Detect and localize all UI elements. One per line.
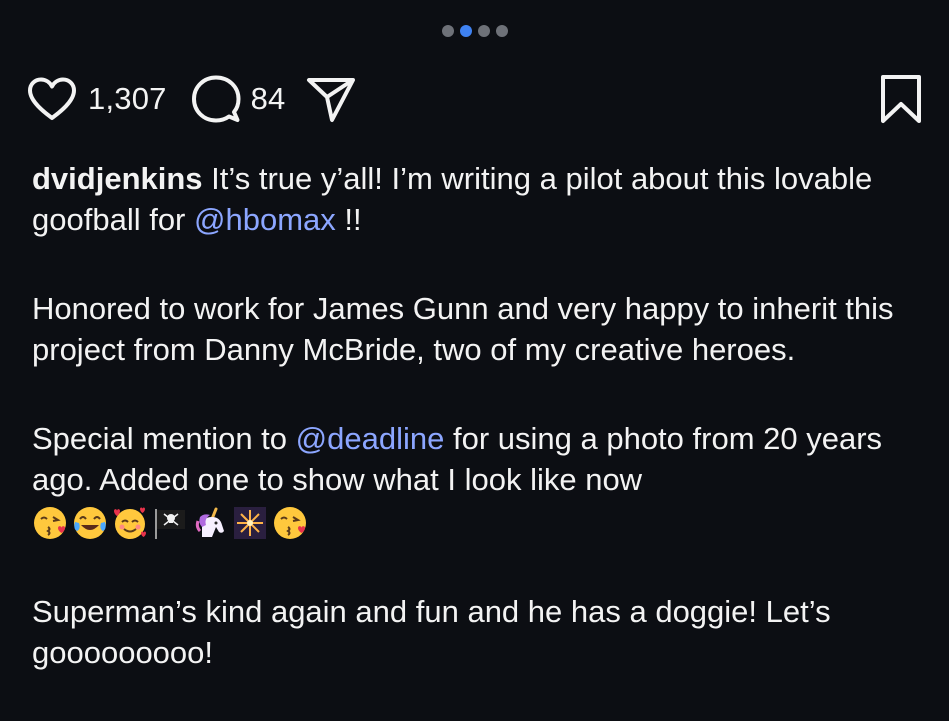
carousel-dot [441, 25, 454, 37]
mention-deadline[interactable]: @deadline [296, 421, 445, 456]
fireworks-emoji [234, 506, 266, 539]
heart-icon [28, 77, 76, 120]
comment-bubble-icon [191, 75, 241, 123]
smiling-face-with-hearts-emoji [114, 507, 146, 539]
carousel-dot-active [459, 25, 472, 37]
share-button[interactable] [305, 75, 357, 123]
post-action-bar: 1,307 84 [26, 72, 923, 126]
face-blowing-kiss-emoji [34, 506, 66, 539]
post-caption: dvidjenkins It’s true y’all! I’m writing… [32, 158, 922, 721]
carousel-indicator [0, 25, 949, 37]
comment-count[interactable]: 84 [251, 81, 286, 117]
caption-paragraph-3: Special mention to @deadline for using a… [32, 418, 922, 543]
caption-text: !! [335, 202, 362, 237]
send-paper-plane-icon [307, 78, 356, 122]
carousel-dot [495, 25, 508, 37]
caption-text: Special mention to [32, 421, 296, 456]
face-blowing-kiss-emoji [274, 506, 306, 539]
caption-paragraph-4: Superman’s kind again and fun and he has… [32, 593, 831, 670]
face-with-tears-of-joy-emoji [74, 506, 106, 539]
unicorn-emoji [195, 507, 224, 537]
caption-username[interactable]: dvidjenkins [32, 161, 203, 196]
like-count[interactable]: 1,307 [88, 81, 167, 117]
caption-paragraph-2: Honored to work for James Gunn and very … [32, 291, 894, 367]
emoji-row [32, 503, 308, 543]
bookmark-icon [881, 75, 921, 123]
caption-paragraph-1: dvidjenkins It’s true y’all! I’m writing… [32, 158, 922, 240]
mention-hbomax[interactable]: @hbomax [194, 202, 336, 237]
comment-button[interactable]: 84 [191, 74, 286, 124]
like-button[interactable]: 1,307 [26, 76, 167, 122]
save-button[interactable] [879, 74, 923, 124]
pirate-flag-emoji [155, 508, 185, 539]
carousel-dot [477, 25, 490, 37]
